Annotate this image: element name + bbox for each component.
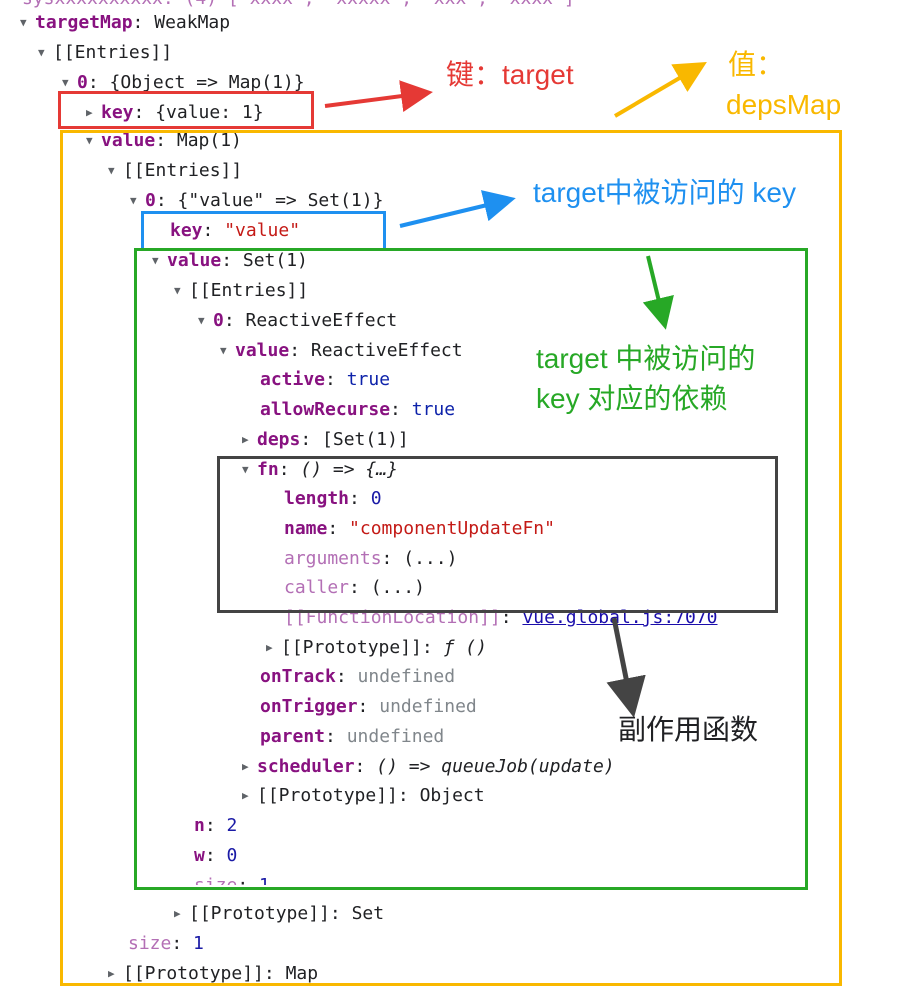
annotation-deps-line2: key 对应的依赖 [536, 383, 728, 414]
annotation-arrows [324, 61, 707, 718]
arrow-deps [642, 255, 674, 330]
arrow-key [324, 80, 433, 112]
annotation-value-label: 值： [728, 49, 785, 80]
annotation-key-target: 键：target [446, 59, 574, 90]
arrow-accessed-key [399, 190, 516, 228]
annotation-depsmap: depsMap [726, 89, 842, 120]
annotation-deps-line1: target 中被访问的 [536, 343, 756, 374]
arrow-depsmap [613, 61, 707, 118]
annotation-accessed-key: target中被访问的 key [533, 177, 796, 208]
arrow-effect-fn [606, 617, 646, 718]
annotation-effect-fn: 副作用函数 [618, 714, 759, 745]
